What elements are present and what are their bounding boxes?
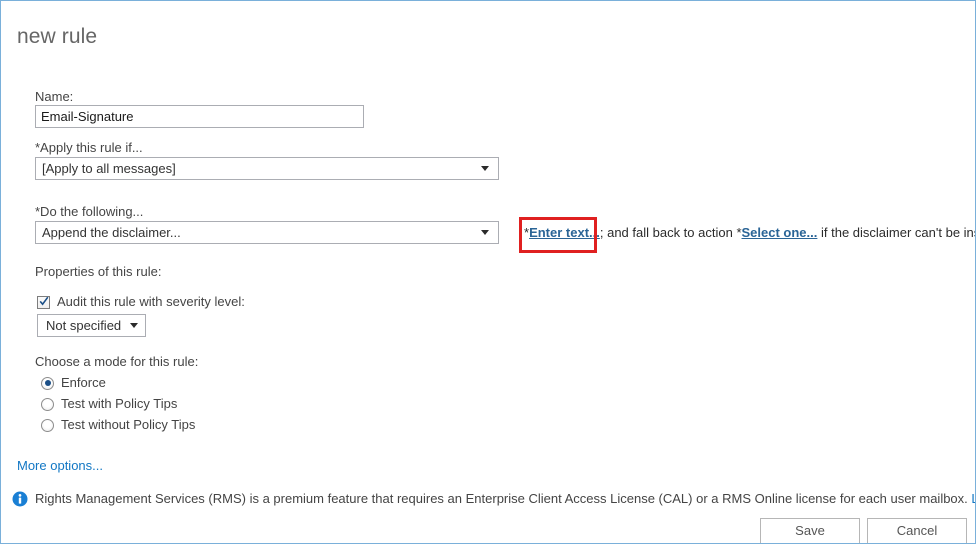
rms-notice: Rights Management Services (RMS) is a pr… (12, 490, 975, 507)
severity-dropdown[interactable]: Not specified (37, 314, 147, 337)
learn-more-link[interactable]: Learn more (971, 491, 975, 506)
name-input[interactable] (35, 105, 364, 128)
checkmark-icon (39, 296, 49, 305)
radio-test-without-policy-tips[interactable] (41, 418, 54, 432)
audit-checkbox-label: Audit this rule with severity level: (57, 294, 245, 309)
audit-checkbox[interactable] (37, 295, 50, 309)
mode-label: Choose a mode for this rule: (35, 354, 199, 369)
enter-text-link[interactable]: Enter text... (529, 225, 600, 240)
name-label: Name: (35, 89, 74, 104)
radio-label-test-with-policy-tips: Test with Policy Tips (61, 396, 178, 411)
new-rule-dialog: new rule Name: *Apply this rule if... [A… (0, 0, 976, 544)
radio-label-test-without-policy-tips: Test without Policy Tips (61, 417, 196, 432)
chevron-down-icon (130, 323, 139, 328)
apply-if-label: *Apply this rule if... (35, 140, 143, 155)
action-sentence-tail: if the disclaimer can't be inserted. (821, 225, 975, 240)
save-button[interactable]: Save (760, 518, 860, 543)
radio-row-test-with-policy-tips[interactable]: Test with Policy Tips (41, 396, 177, 412)
chevron-down-icon (481, 230, 489, 235)
do-following-dropdown[interactable]: Append the disclaimer... (35, 221, 499, 244)
apply-if-dropdown[interactable]: [Apply to all messages] (35, 157, 499, 180)
info-icon (12, 491, 28, 507)
rms-notice-text: Rights Management Services (RMS) is a pr… (35, 490, 975, 507)
radio-row-enforce[interactable]: Enforce (41, 375, 106, 391)
audit-checkbox-row[interactable]: Audit this rule with severity level: (37, 294, 245, 310)
page-title: new rule (17, 25, 98, 48)
radio-test-with-policy-tips[interactable] (41, 397, 54, 411)
action-sentence-middle: ; and fall back to action (599, 225, 737, 240)
cancel-button[interactable]: Cancel (867, 518, 967, 543)
radio-label-enforce: Enforce (61, 375, 106, 390)
more-options-link[interactable]: More options... (17, 458, 103, 474)
chevron-down-icon (481, 166, 489, 171)
severity-value: Not specified (46, 318, 122, 333)
radio-row-test-without-policy-tips[interactable]: Test without Policy Tips (41, 417, 195, 433)
select-one-link[interactable]: Select one... (742, 225, 818, 240)
radio-enforce[interactable] (41, 376, 54, 390)
apply-if-value: [Apply to all messages] (42, 161, 176, 176)
do-following-value: Append the disclaimer... (42, 225, 181, 240)
rms-notice-body: Rights Management Services (RMS) is a pr… (35, 491, 972, 506)
properties-label: Properties of this rule: (35, 264, 162, 279)
do-following-label: *Do the following... (35, 204, 144, 219)
action-sentence: *Enter text...; and fall back to action … (524, 225, 975, 241)
